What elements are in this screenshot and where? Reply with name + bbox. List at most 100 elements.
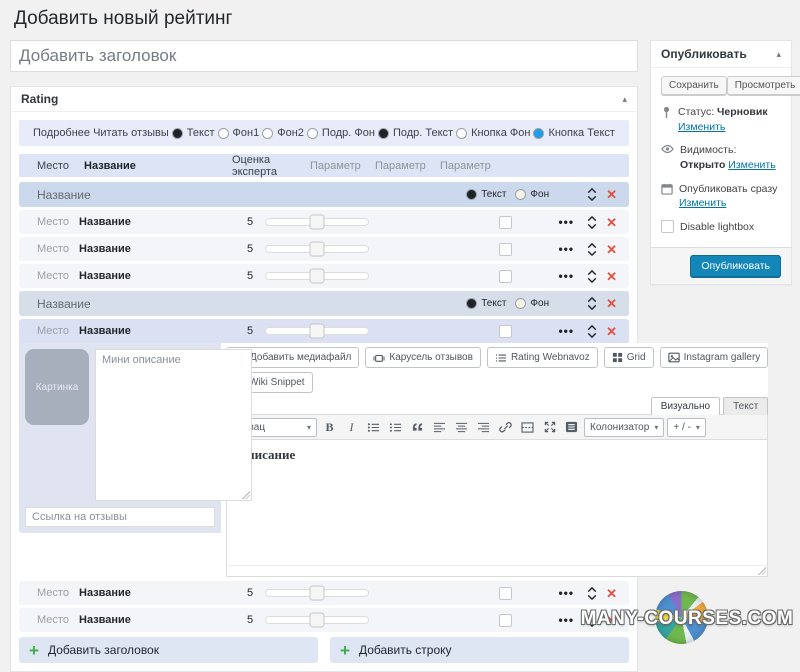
color-swatch-icon[interactable] bbox=[262, 128, 273, 139]
disable-lightbox-checkbox[interactable] bbox=[661, 220, 674, 233]
collapse-toggle-icon[interactable]: ▴ bbox=[622, 94, 627, 105]
collapse-toggle-icon[interactable]: ▴ bbox=[776, 49, 781, 60]
read-reviews-option[interactable]: Читать отзывы bbox=[93, 127, 169, 139]
instagram-gallery-button[interactable]: Instagram gallery bbox=[660, 347, 769, 368]
more-options-icon[interactable]: ••• bbox=[558, 270, 574, 282]
color-swatch-icon[interactable] bbox=[466, 189, 477, 200]
edit-status-link[interactable]: Изменить bbox=[678, 121, 725, 133]
delete-icon[interactable]: ✕ bbox=[606, 243, 617, 256]
align-right-button[interactable] bbox=[474, 418, 493, 437]
editor-content-area[interactable]: Описание bbox=[226, 440, 768, 566]
bullet-list-button[interactable] bbox=[364, 418, 383, 437]
color-swatch-icon[interactable] bbox=[218, 128, 229, 139]
name-input[interactable] bbox=[79, 587, 229, 599]
preview-button[interactable]: Просмотреть bbox=[727, 76, 800, 95]
sort-handle-icon[interactable] bbox=[587, 269, 597, 284]
section-text-color[interactable]: Текст bbox=[466, 298, 506, 309]
sort-handle-icon[interactable] bbox=[587, 586, 597, 601]
slider-handle[interactable] bbox=[310, 586, 325, 601]
colonizer-select[interactable]: Колонизатор ▾ bbox=[584, 418, 664, 437]
toolbar-toggle-button[interactable] bbox=[562, 418, 581, 437]
delete-icon[interactable]: ✕ bbox=[606, 325, 617, 338]
grid-button[interactable]: Grid bbox=[604, 347, 654, 368]
sort-handle-icon[interactable] bbox=[587, 242, 597, 257]
rating-slider[interactable] bbox=[265, 589, 369, 597]
place-input[interactable] bbox=[37, 614, 79, 626]
place-input[interactable] bbox=[37, 216, 79, 228]
tab-visual[interactable]: Визуально bbox=[651, 397, 720, 415]
color-option-bg2[interactable]: Фон2 bbox=[262, 127, 304, 139]
section-bg-color[interactable]: Фон bbox=[515, 189, 549, 200]
publish-metabox-header[interactable]: Опубликовать ▴ bbox=[651, 41, 791, 68]
color-swatch-icon[interactable] bbox=[533, 128, 544, 139]
slider-handle[interactable] bbox=[310, 269, 325, 284]
save-draft-button[interactable]: Сохранить bbox=[661, 76, 727, 95]
name-input[interactable] bbox=[79, 270, 229, 282]
place-input[interactable] bbox=[37, 270, 79, 282]
place-input[interactable] bbox=[37, 587, 79, 599]
color-option-bg1[interactable]: Фон1 bbox=[218, 127, 260, 139]
row-checkbox[interactable] bbox=[499, 325, 512, 338]
blockquote-button[interactable] bbox=[408, 418, 427, 437]
place-input[interactable] bbox=[37, 243, 79, 255]
align-center-button[interactable] bbox=[452, 418, 471, 437]
more-options-icon[interactable]: ••• bbox=[558, 325, 574, 337]
mini-description-textarea[interactable] bbox=[95, 349, 252, 501]
slider-handle[interactable] bbox=[310, 215, 325, 230]
place-input[interactable] bbox=[37, 325, 79, 337]
color-swatch-icon[interactable] bbox=[172, 128, 183, 139]
details-option[interactable]: Подробнее bbox=[33, 127, 90, 139]
color-swatch-icon[interactable] bbox=[466, 298, 477, 309]
sort-handle-icon[interactable] bbox=[587, 324, 597, 339]
row-checkbox[interactable] bbox=[499, 587, 512, 600]
numbered-list-button[interactable] bbox=[386, 418, 405, 437]
delete-icon[interactable]: ✕ bbox=[606, 188, 617, 201]
delete-icon[interactable]: ✕ bbox=[606, 216, 617, 229]
color-option-details-bg[interactable]: Подр. Фон bbox=[307, 127, 375, 139]
rating-slider[interactable] bbox=[265, 218, 369, 226]
more-options-icon[interactable]: ••• bbox=[558, 614, 574, 626]
more-options-icon[interactable]: ••• bbox=[558, 216, 574, 228]
name-input[interactable] bbox=[79, 243, 229, 255]
row-checkbox[interactable] bbox=[499, 216, 512, 229]
color-swatch-icon[interactable] bbox=[456, 128, 467, 139]
bold-button[interactable]: B bbox=[320, 418, 339, 437]
reviews-carousel-button[interactable]: Карусель отзывов bbox=[365, 347, 481, 368]
delete-icon[interactable]: ✕ bbox=[606, 297, 617, 310]
delete-icon[interactable]: ✕ bbox=[606, 614, 617, 627]
row-checkbox[interactable] bbox=[499, 614, 512, 627]
publish-button[interactable]: Опубликовать bbox=[690, 255, 781, 277]
more-options-icon[interactable]: ••• bbox=[558, 587, 574, 599]
post-title-input[interactable] bbox=[10, 40, 638, 72]
edit-visibility-link[interactable]: Изменить bbox=[728, 159, 775, 171]
edit-schedule-link[interactable]: Изменить bbox=[679, 197, 726, 209]
color-swatch-icon[interactable] bbox=[515, 189, 526, 200]
delete-icon[interactable]: ✕ bbox=[606, 270, 617, 283]
image-upload-placeholder[interactable]: Картинка bbox=[25, 349, 89, 425]
link-button[interactable] bbox=[496, 418, 515, 437]
section-text-color[interactable]: Текст bbox=[466, 189, 506, 200]
color-option-button-bg[interactable]: Кнопка Фон bbox=[456, 127, 530, 139]
delete-icon[interactable]: ✕ bbox=[606, 587, 617, 600]
rating-slider[interactable] bbox=[265, 327, 369, 335]
read-more-tag-button[interactable] bbox=[518, 418, 537, 437]
section-name-input[interactable] bbox=[37, 297, 337, 311]
section-name-input[interactable] bbox=[37, 188, 337, 202]
name-input[interactable] bbox=[79, 216, 229, 228]
add-row-button[interactable]: + Добавить строку bbox=[330, 637, 629, 663]
color-option-text[interactable]: Текст bbox=[172, 127, 215, 139]
sort-handle-icon[interactable] bbox=[587, 296, 597, 311]
more-options-icon[interactable]: ••• bbox=[558, 243, 574, 255]
row-checkbox[interactable] bbox=[499, 243, 512, 256]
sort-handle-icon[interactable] bbox=[587, 613, 597, 628]
rating-slider[interactable] bbox=[265, 245, 369, 253]
row-checkbox[interactable] bbox=[499, 270, 512, 283]
color-swatch-icon[interactable] bbox=[307, 128, 318, 139]
align-left-button[interactable] bbox=[430, 418, 449, 437]
sort-handle-icon[interactable] bbox=[587, 215, 597, 230]
slider-handle[interactable] bbox=[310, 324, 325, 339]
rating-webnavoz-button[interactable]: Rating Webnavoz bbox=[487, 347, 598, 368]
color-option-details-text[interactable]: Подр. Текст bbox=[378, 127, 453, 139]
resize-grip-icon[interactable] bbox=[758, 567, 766, 575]
name-input[interactable] bbox=[79, 614, 229, 626]
